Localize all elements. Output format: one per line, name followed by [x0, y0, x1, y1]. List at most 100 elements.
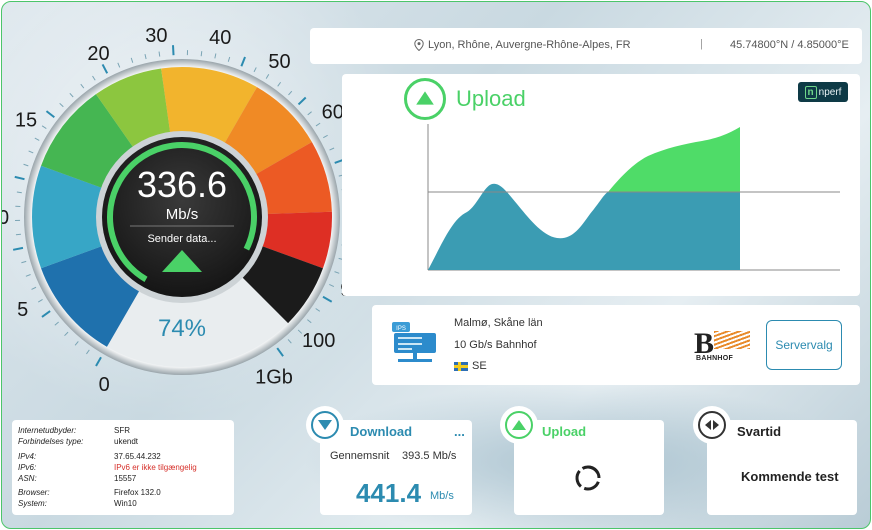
gauge-tick	[69, 92, 74, 98]
info-label: System:	[18, 499, 47, 508]
info-label: ASN:	[18, 474, 37, 483]
location: Lyon, Rhône, Auvergne-Rhône-Alpes, FR	[414, 39, 631, 51]
upload-icon	[404, 78, 446, 120]
gauge-tick	[45, 110, 55, 119]
connection-info-panel: Internetudbyder: SFR Forbindelses type: uk…	[12, 420, 234, 515]
server-isp: 10 Gb/s Bahnhof	[454, 339, 537, 351]
gauge-tick	[322, 295, 333, 303]
location-pin-icon	[414, 39, 424, 51]
gauge-scale-label: 20	[87, 43, 109, 65]
gauge-tick	[288, 90, 293, 96]
baseline-speed-area	[428, 183, 740, 270]
download-unit: Mb/s	[430, 490, 454, 502]
gauge-tick	[200, 51, 203, 57]
gauge-tick	[315, 122, 321, 127]
latency-result-card: Svartid Kommende test	[693, 406, 857, 515]
latency-icon	[693, 406, 731, 444]
gauge-tick	[34, 137, 40, 141]
gauge-scale-label: 40	[209, 27, 231, 49]
gauge-tick	[158, 51, 161, 57]
gauge-tick	[130, 57, 134, 63]
average-label: Gennemsnit	[330, 450, 390, 462]
gauge-scale-label: 15	[15, 109, 37, 131]
gauge-tick	[307, 319, 312, 324]
server-city: Malmø, Skåne län	[454, 317, 543, 329]
speed-value: 336.6	[137, 164, 227, 205]
average-value: 393.5 Mb/s	[402, 450, 457, 462]
speed-unit: Mb/s	[166, 206, 199, 223]
gauge-tick	[80, 83, 85, 89]
sweden-flag-icon	[454, 361, 468, 371]
gauge-scale-label: 100	[302, 330, 335, 352]
more-options-icon[interactable]: ...	[454, 424, 465, 439]
gauge-tick	[101, 63, 109, 74]
info-label: IPv6:	[18, 463, 37, 472]
gauge-tick	[117, 62, 121, 68]
gauge-tick	[14, 175, 25, 181]
gauge-tick	[64, 331, 69, 337]
gauge-scale-label: 1Gb	[255, 366, 293, 388]
info-label: Forbindelses type:	[18, 437, 84, 446]
gauge-scale-label: 10	[2, 207, 9, 229]
gauge-tick	[21, 260, 27, 264]
gauge-scale-label: 0	[99, 374, 110, 396]
gauge-tick	[92, 75, 96, 81]
upload-speed-area	[608, 127, 740, 192]
server-icon: IPS	[392, 322, 436, 362]
gauge-tick	[25, 274, 31, 277]
gauge-tick	[315, 308, 321, 312]
info-value: Win10	[114, 499, 137, 508]
upload-speed-chart	[427, 124, 840, 271]
location-separator: |	[700, 38, 703, 50]
download-icon	[306, 406, 344, 444]
gauge-tick	[329, 147, 335, 151]
info-label: Browser:	[18, 488, 50, 497]
info-value: SFR	[114, 426, 130, 435]
nperf-logo-text: nperf	[818, 86, 842, 98]
latency-title: Svartid	[737, 424, 782, 439]
server-panel: IPS Malmø, Skåne län 10 Gb/s Bahnhof SE …	[372, 305, 860, 385]
gauge-tick	[265, 74, 270, 79]
location-bar: Lyon, Rhône, Auvergne-Rhône-Alpes, FR | …	[310, 28, 862, 64]
download-title: Download	[350, 424, 413, 439]
gauge-tick	[12, 246, 24, 251]
info-label: IPv4:	[18, 452, 37, 461]
bahnhof-logo-text: BAHNHOF	[696, 355, 734, 362]
gauge-tick	[41, 125, 47, 129]
gauge-tick	[214, 53, 217, 59]
gauge-scale-label: 50	[268, 51, 290, 73]
server-select-button[interactable]: Servervalg	[766, 320, 842, 370]
gauge-tick	[277, 81, 282, 87]
location-text: Lyon, Rhône, Auvergne-Rhône-Alpes, FR	[428, 39, 631, 51]
download-result-card: Download ... Gennemsnit 393.5 Mb/s 441.4…	[306, 406, 472, 515]
speed-gauge: 336.6 Mb/s Sender data... 74% 0 5 10 15 20 30…	[2, 25, 362, 402]
gauge-tick	[38, 299, 43, 303]
gauge-tick	[276, 347, 284, 357]
speedtest-frame: 336.6 Mb/s Sender data... 74% 0 5 10 15 20 30…	[1, 1, 871, 529]
gauge-tick	[95, 356, 102, 367]
gauge-tick	[41, 310, 51, 318]
latency-status: Kommende test	[741, 469, 839, 484]
info-value: Firefox 132.0	[114, 488, 161, 497]
coordinates: 45.74800°N / 4.85000°E	[730, 39, 849, 51]
gauge-tick	[323, 134, 328, 139]
upload-title: Upload	[542, 424, 587, 439]
info-value: 15557	[114, 474, 137, 483]
gauge-tick	[240, 56, 246, 67]
gauge-tick	[15, 233, 21, 236]
gauge-tick	[171, 45, 175, 56]
gauge-tick	[28, 150, 34, 154]
nperf-logo[interactable]: n nperf	[798, 82, 848, 102]
server-country-code: SE	[472, 360, 487, 372]
gauge-tick	[307, 111, 312, 116]
gauge-tick	[23, 163, 29, 167]
gauge-tick	[334, 271, 340, 274]
upload-panel-title: Upload	[456, 86, 526, 111]
gauge-tick	[86, 349, 90, 355]
gauge-tick	[227, 56, 231, 62]
info-value: IPv6 er ikke tilgængelig	[114, 463, 197, 472]
loading-spinner-icon	[575, 465, 601, 491]
gauge-tick	[54, 321, 59, 326]
gauge-percent: 74%	[158, 315, 206, 342]
upload-result-card: Upload	[500, 406, 664, 515]
